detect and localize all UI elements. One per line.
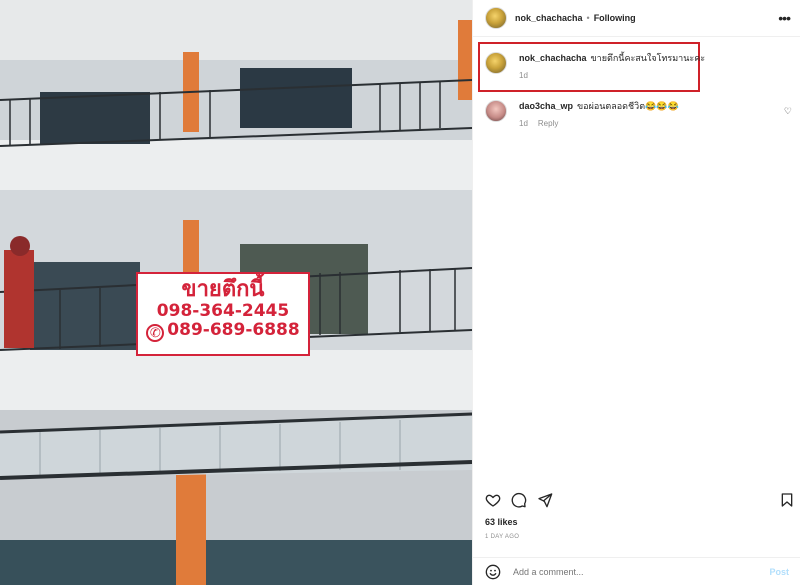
instagram-post-view: ขายตึกนี้ 098-364-2445 ✆ 089-689-6888 nok…: [0, 0, 800, 585]
comment-username[interactable]: dao3cha_wp: [519, 101, 573, 111]
add-comment-input[interactable]: [511, 565, 770, 578]
send-icon[interactable]: [537, 492, 553, 508]
comment-body: dao3cha_wp ขอผ่อนตลอดชีวิต😂😂😂 1d Reply: [519, 100, 679, 130]
avatar[interactable]: [485, 52, 507, 74]
add-comment-bar: Post: [473, 557, 800, 585]
smiley-icon[interactable]: [485, 564, 501, 580]
banner-phone-2-text: 089-689-6888: [167, 320, 300, 340]
avatar[interactable]: [485, 100, 507, 122]
caption: nok_chachacha ขายตึกนี้คะสนใจโทรมานะคะ 1d: [485, 52, 705, 82]
caption-text: ขายตึกนี้คะสนใจโทรมานะคะ: [590, 53, 706, 63]
likes-count[interactable]: 63 likes: [485, 517, 518, 527]
comment-age[interactable]: 1d: [519, 119, 528, 128]
following-button[interactable]: Following: [594, 13, 636, 23]
header-separator: •: [586, 13, 590, 23]
caption-body: nok_chachacha ขายตึกนี้คะสนใจโทรมานะคะ 1d: [519, 52, 705, 82]
comment-icon[interactable]: [511, 492, 527, 508]
post-side-panel: nok_chachacha • Following ••• nok_chacha…: [472, 0, 800, 585]
header-username[interactable]: nok_chachacha: [515, 13, 583, 23]
comment-meta: 1d Reply: [519, 118, 679, 130]
more-options-icon[interactable]: •••: [778, 10, 791, 26]
for-sale-banner: ขายตึกนี้ 098-364-2445 ✆ 089-689-6888: [136, 272, 310, 356]
post-photo[interactable]: ขายตึกนี้ 098-364-2445 ✆ 089-689-6888: [0, 0, 472, 585]
phone-icon: ✆: [146, 324, 165, 342]
reply-button[interactable]: Reply: [538, 119, 558, 128]
comment-item: dao3cha_wp ขอผ่อนตลอดชีวิต😂😂😂 1d Reply: [485, 100, 679, 130]
banner-phone-1: 098-364-2445: [156, 301, 290, 321]
caption-age[interactable]: 1d: [519, 71, 528, 80]
avatar[interactable]: [485, 7, 507, 29]
comment-like-heart-icon[interactable]: ♡: [784, 106, 792, 117]
banner-title: ขายตึกนี้: [181, 277, 265, 302]
caption-meta: 1d: [519, 70, 705, 82]
bookmark-icon[interactable]: [779, 492, 795, 508]
heart-icon[interactable]: [485, 492, 501, 508]
posted-time: 1 DAY AGO: [485, 534, 520, 540]
post-header: nok_chachacha • Following •••: [473, 0, 800, 37]
post-button[interactable]: Post: [769, 567, 789, 577]
banner-phone-2: ✆ 089-689-6888: [138, 321, 308, 342]
action-bar: [485, 490, 795, 510]
caption-username[interactable]: nok_chachacha: [519, 53, 587, 63]
comment-text: ขอผ่อนตลอดชีวิต😂😂😂: [577, 101, 679, 111]
